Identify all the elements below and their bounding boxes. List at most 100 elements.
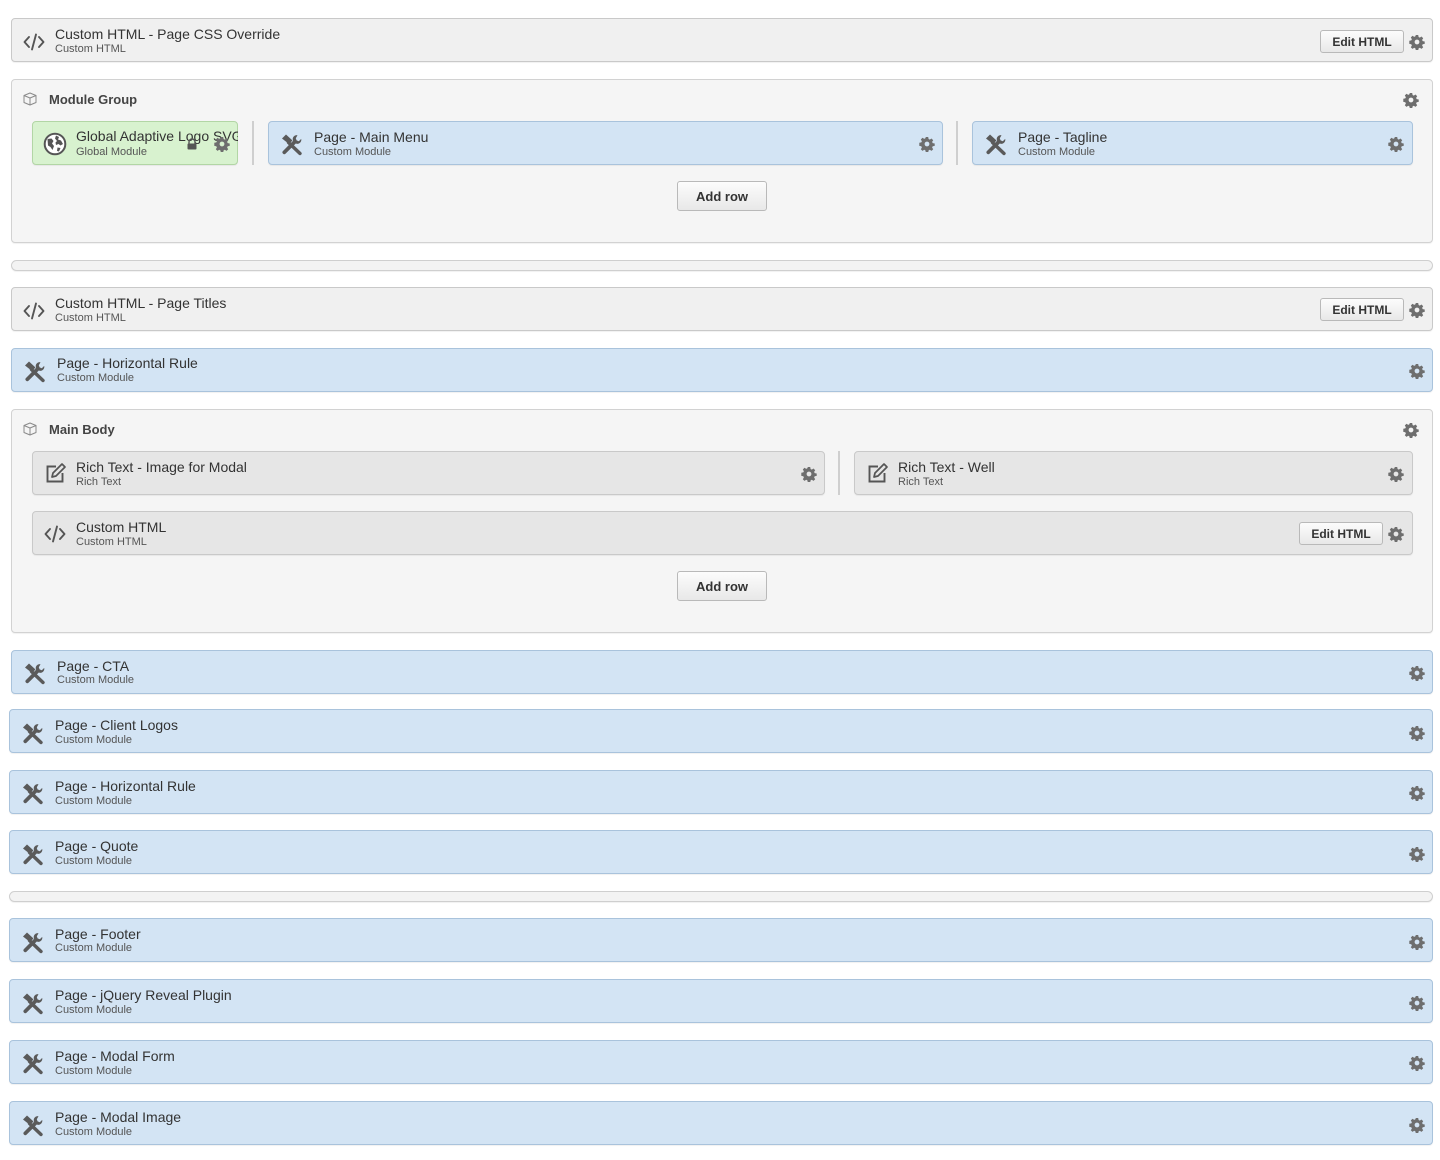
module-subtitle: Custom Module — [55, 795, 133, 807]
module-title: Page - jQuery Reveal Plugin — [55, 987, 232, 1003]
add-row-button[interactable]: Add row — [677, 181, 767, 211]
lock-icon — [186, 138, 198, 150]
module-title: Page - Modal Image — [55, 1109, 182, 1125]
module-title: Custom HTML - Page Titles — [55, 295, 227, 311]
module-tagline[interactable]: Page - Tagline Custom Module — [972, 121, 1413, 165]
tools-icon — [279, 132, 303, 156]
tools-icon — [20, 930, 44, 954]
module-title: Page - Modal Form — [55, 1048, 175, 1064]
module-title: Page - Quote — [55, 838, 139, 854]
module-quote[interactable]: Page - Quote Custom Module — [9, 830, 1433, 874]
gear-icon[interactable] — [1403, 92, 1419, 108]
module-page-titles[interactable]: Custom HTML - Page Titles Custom HTML Ed… — [11, 287, 1433, 331]
module-subtitle: Rich Text — [898, 476, 944, 488]
gear-icon[interactable] — [1409, 34, 1425, 50]
column-divider[interactable] — [956, 121, 958, 165]
gear-icon[interactable] — [1409, 302, 1425, 318]
column-divider[interactable] — [252, 121, 254, 165]
module-subtitle: Custom Module — [1018, 146, 1096, 158]
module-title: Rich Text - Well — [898, 459, 995, 475]
module-subtitle: Custom Module — [57, 674, 135, 686]
gear-icon[interactable] — [214, 136, 230, 152]
module-title: Page - CTA — [57, 658, 130, 674]
code-icon — [22, 299, 46, 323]
gear-icon[interactable] — [1409, 846, 1425, 862]
module-title: Custom HTML - Page CSS Override — [55, 26, 281, 42]
module-title: Page - Main Menu — [314, 129, 429, 145]
empty-row[interactable] — [9, 891, 1433, 902]
tools-icon — [22, 359, 46, 383]
module-modal-image[interactable]: Page - Modal Image Custom Module — [9, 1101, 1433, 1145]
module-subtitle: Custom Module — [55, 1126, 133, 1138]
module-title: Page - Horizontal Rule — [57, 355, 198, 371]
gear-icon[interactable] — [1409, 995, 1425, 1011]
tools-icon — [20, 991, 44, 1015]
group-title: Main Body — [49, 422, 115, 437]
tools-icon — [22, 661, 46, 685]
module-subtitle: Global Module — [76, 146, 147, 158]
gear-icon[interactable] — [1409, 785, 1425, 801]
module-main-menu[interactable]: Page - Main Menu Custom Module — [268, 121, 943, 165]
gear-icon[interactable] — [1388, 466, 1404, 482]
module-title: Custom HTML — [76, 519, 167, 535]
module-modal-form[interactable]: Page - Modal Form Custom Module — [9, 1040, 1433, 1084]
module-subtitle: Custom Module — [55, 1004, 133, 1016]
module-client-logos[interactable]: Page - Client Logos Custom Module — [9, 709, 1433, 753]
module-subtitle: Custom Module — [57, 372, 135, 384]
module-horizontal-rule[interactable]: Page - Horizontal Rule Custom Module — [11, 348, 1433, 392]
module-global-logo[interactable]: Global Adaptive Logo SVG Global Module — [32, 121, 238, 165]
module-title: Page - Tagline — [1018, 129, 1108, 145]
add-row-button[interactable]: Add row — [677, 571, 767, 601]
module-css-override[interactable]: Custom HTML - Page CSS Override Custom H… — [11, 18, 1433, 62]
module-title: Page - Horizontal Rule — [55, 778, 196, 794]
module-subtitle: Custom Module — [55, 855, 133, 867]
box-icon — [22, 421, 38, 437]
gear-icon[interactable] — [1409, 363, 1425, 379]
code-icon — [22, 30, 46, 54]
module-subtitle: Custom Module — [314, 146, 392, 158]
module-horizontal-rule[interactable]: Page - Horizontal Rule Custom Module — [9, 770, 1433, 814]
gear-icon[interactable] — [1409, 934, 1425, 950]
gear-icon[interactable] — [1403, 422, 1419, 438]
gear-icon[interactable] — [801, 466, 817, 482]
code-icon — [43, 522, 67, 546]
tools-icon — [20, 721, 44, 745]
gear-icon[interactable] — [919, 136, 935, 152]
module-title: Page - Client Logos — [55, 717, 178, 733]
module-subtitle: Custom Module — [55, 1065, 133, 1077]
gear-icon[interactable] — [1409, 1117, 1425, 1133]
gear-icon[interactable] — [1388, 136, 1404, 152]
module-footer[interactable]: Page - Footer Custom Module — [9, 918, 1433, 962]
module-custom-html[interactable]: Custom HTML Custom HTML Edit HTML — [32, 511, 1413, 555]
module-title: Rich Text - Image for Modal — [76, 459, 247, 475]
module-subtitle: Custom HTML — [55, 312, 126, 324]
group-title: Module Group — [49, 92, 138, 107]
edit-html-button[interactable]: Edit HTML — [1320, 30, 1404, 53]
gear-icon[interactable] — [1409, 665, 1425, 681]
module-image-for-modal[interactable]: Rich Text - Image for Modal Rich Text — [32, 451, 825, 495]
module-group: Module Group Global Adaptive Logo SVG Gl… — [11, 79, 1433, 243]
module-subtitle: Custom Module — [55, 734, 133, 746]
tools-icon — [20, 781, 44, 805]
module-well[interactable]: Rich Text - Well Rich Text — [854, 451, 1413, 495]
main-body-group: Main Body Rich Text - Image for Modal Ri… — [11, 409, 1433, 633]
tools-icon — [983, 132, 1007, 156]
empty-row[interactable] — [11, 260, 1433, 271]
module-subtitle: Rich Text — [76, 476, 122, 488]
edit-html-button[interactable]: Edit HTML — [1299, 522, 1383, 545]
gear-icon[interactable] — [1388, 526, 1404, 542]
tools-icon — [20, 1051, 44, 1075]
module-title: Page - Footer — [55, 926, 141, 942]
edit-html-button[interactable]: Edit HTML — [1320, 298, 1404, 321]
box-icon — [22, 91, 38, 107]
column-divider[interactable] — [838, 451, 840, 495]
gear-icon[interactable] — [1409, 725, 1425, 741]
gear-icon[interactable] — [1409, 1055, 1425, 1071]
module-subtitle: Custom HTML — [76, 536, 147, 548]
module-jquery-reveal[interactable]: Page - jQuery Reveal Plugin Custom Modul… — [9, 979, 1433, 1023]
module-subtitle: Custom HTML — [55, 43, 126, 55]
module-cta[interactable]: Page - CTA Custom Module — [11, 650, 1433, 694]
globe-icon — [43, 132, 67, 156]
tools-icon — [20, 1113, 44, 1137]
module-subtitle: Custom Module — [55, 942, 133, 954]
